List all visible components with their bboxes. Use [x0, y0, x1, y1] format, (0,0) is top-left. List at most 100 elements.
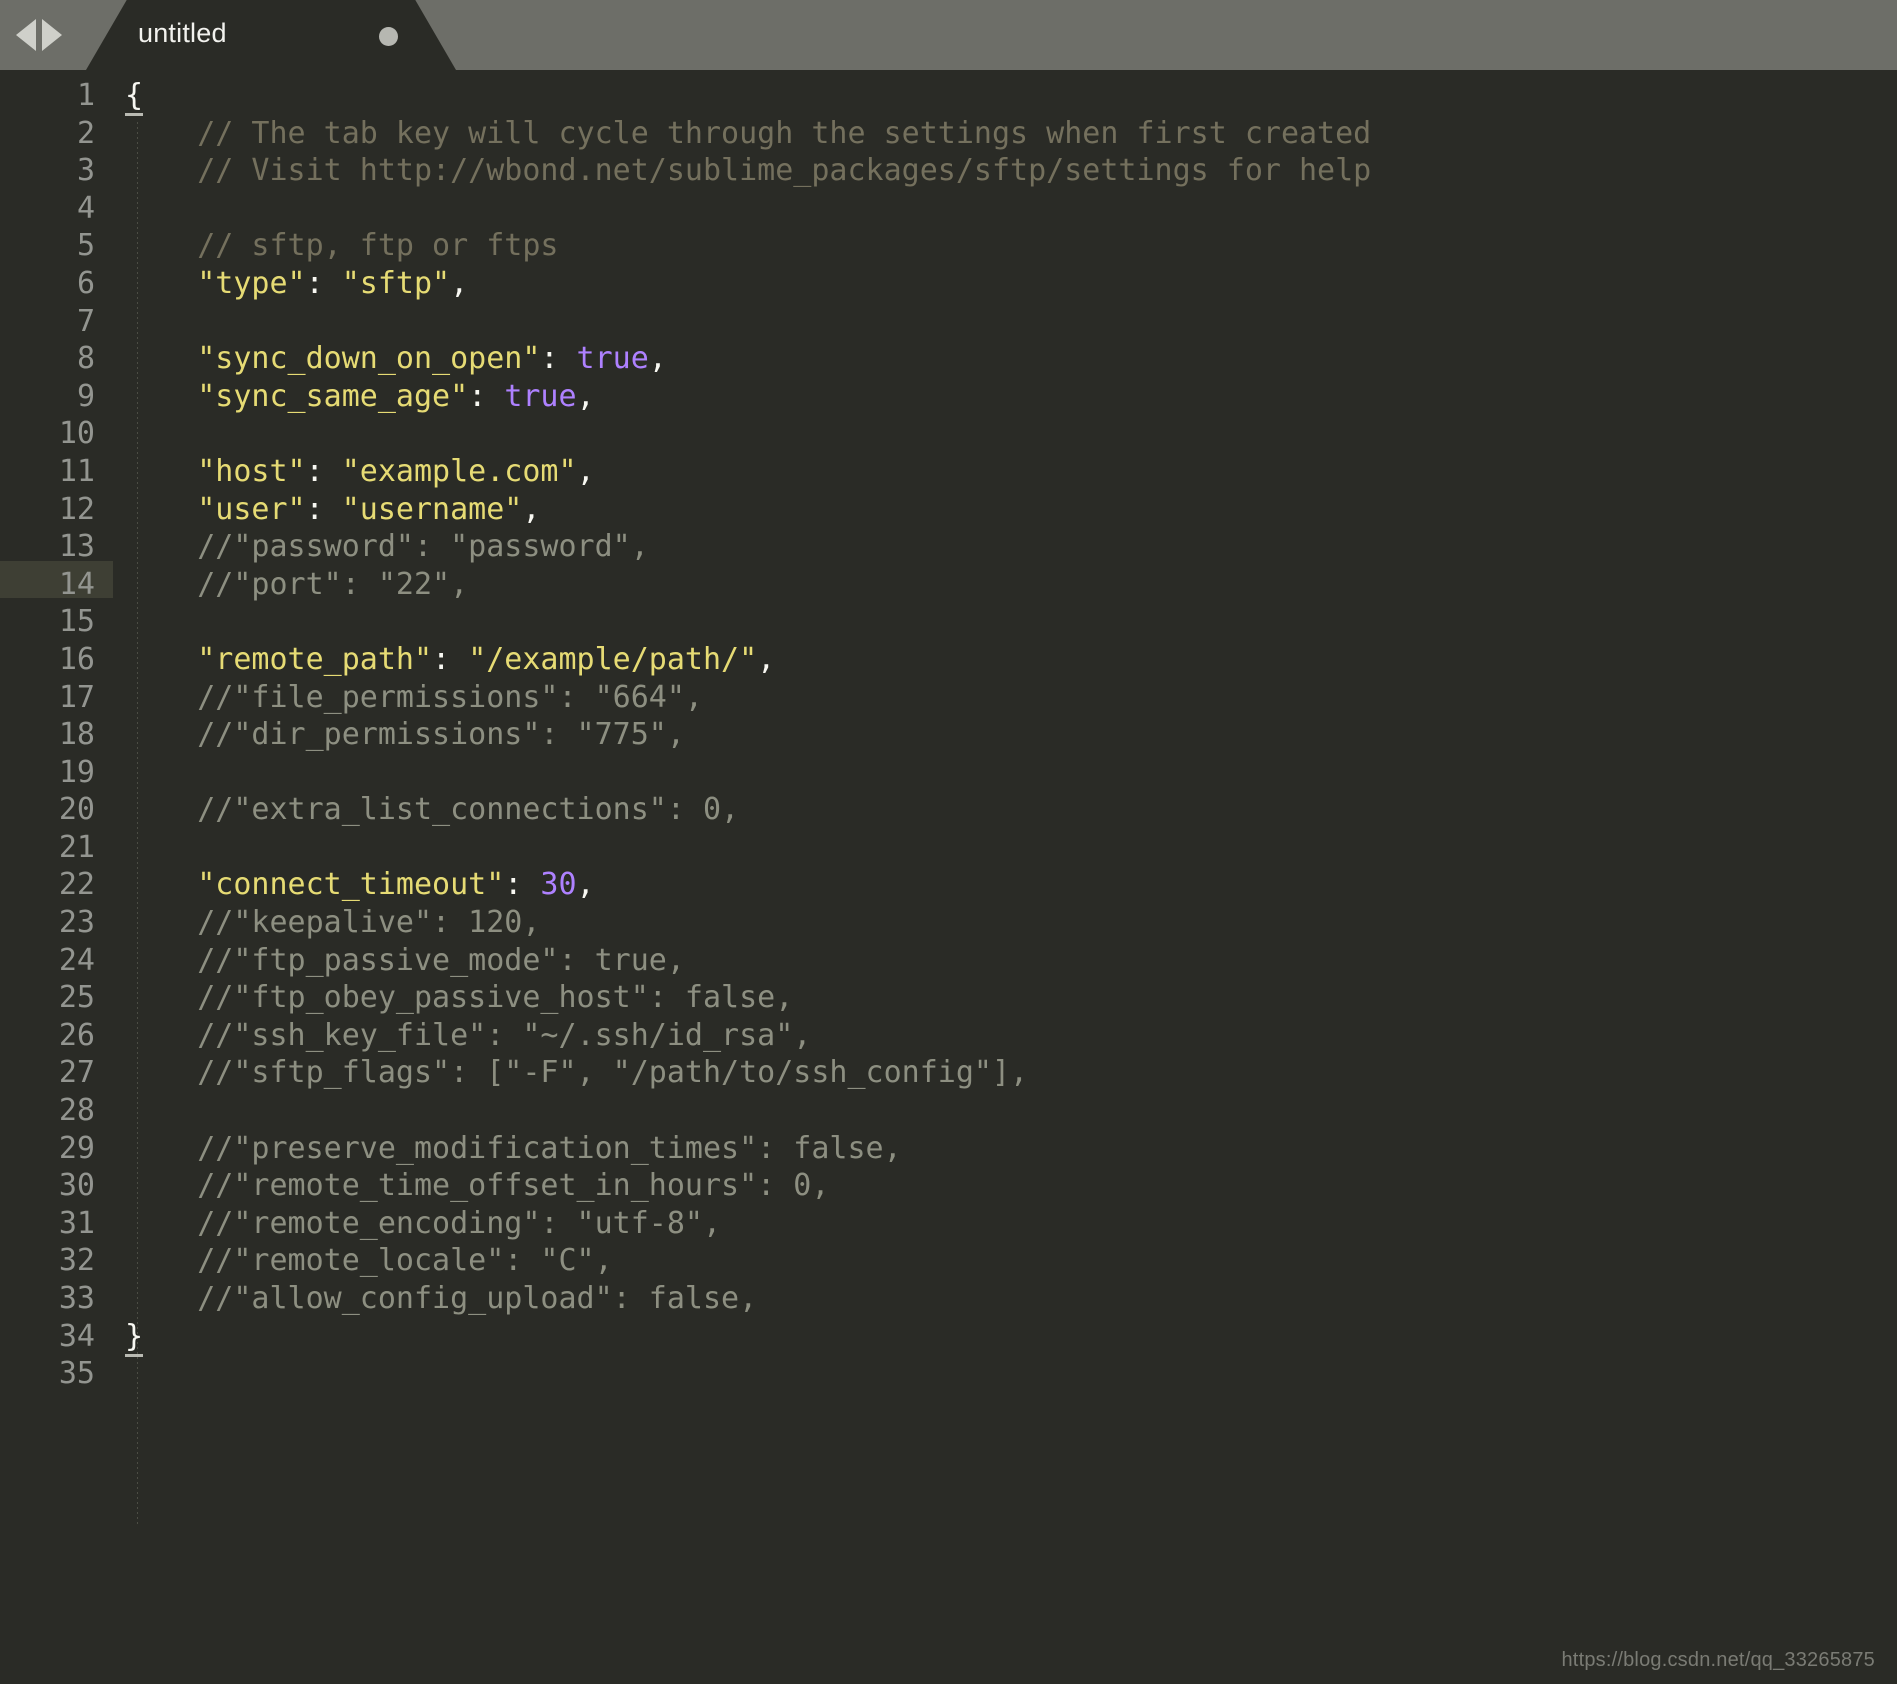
code-token-comment-dim: //"port": "22", — [125, 566, 469, 602]
code-line[interactable]: //"password": "password", — [125, 528, 1897, 566]
line-number: 25 — [58, 980, 95, 1016]
code-editor[interactable]: 1 2 3 4 5 6 7 8 9 10 11 12 13 14 15 16 17 18 19 20 21 22 23 24 2… — [0, 70, 1897, 1684]
code-line[interactable]: //"dir_permissions": "775", — [125, 716, 1897, 754]
code-line[interactable]: { — [125, 77, 1897, 116]
watermark-text: https://blog.csdn.net/qq_33265875 — [1561, 1649, 1875, 1671]
line-number: 29 — [58, 1130, 95, 1166]
code-line[interactable]: // The tab key will cycle through the se… — [125, 115, 1897, 153]
code-line[interactable]: // Visit http://wbond.net/sublime_packag… — [125, 152, 1897, 190]
line-number: 35 — [58, 1356, 95, 1392]
code-line[interactable] — [125, 415, 1897, 453]
code-line[interactable]: "connect_timeout": 30, — [125, 866, 1897, 904]
code-token-comment-dim: //"password": "password", — [125, 529, 649, 565]
code-line[interactable]: //"ftp_passive_mode": true, — [125, 942, 1897, 980]
code-line[interactable]: //"ssh_key_file": "~/.ssh/id_rsa", — [125, 1017, 1897, 1055]
line-number: 4 — [76, 190, 95, 226]
code-token-comment-dim: //"sftp_flags": ["-F", "/path/to/ssh_con… — [125, 1055, 1029, 1091]
code-line[interactable]: // sftp, ftp or ftps — [125, 227, 1897, 265]
code-token-comment-dim: //"ftp_obey_passive_host": false, — [125, 980, 794, 1016]
line-number: 2 — [76, 115, 95, 151]
code-line[interactable]: //"keepalive": 120, — [125, 904, 1897, 942]
line-number: 3 — [76, 153, 95, 189]
line-number: 31 — [58, 1205, 95, 1241]
code-token-key: "connect_timeout" — [197, 867, 505, 903]
code-line[interactable]: "sync_same_age": true, — [125, 378, 1897, 416]
code-line[interactable] — [125, 1355, 1897, 1393]
code-line[interactable]: //"preserve_modification_times": false, — [125, 1130, 1897, 1168]
line-number: 32 — [58, 1243, 95, 1279]
line-number: 8 — [76, 341, 95, 377]
code-token-comment-dim: //"file_permissions": "664", — [125, 679, 703, 715]
line-number: 5 — [76, 228, 95, 264]
line-number: 16 — [58, 641, 95, 677]
code-line[interactable]: "sync_down_on_open": true, — [125, 340, 1897, 378]
code-token-key: "type" — [197, 265, 306, 301]
code-token-string: "username" — [341, 491, 523, 527]
code-content[interactable]: { // The tab key will cycle through the … — [113, 77, 1897, 1393]
code-line[interactable]: //"file_permissions": "664", — [125, 679, 1897, 717]
code-line[interactable]: //"sftp_flags": ["-F", "/path/to/ssh_con… — [125, 1054, 1897, 1092]
code-token-comment-dim: //"dir_permissions": "775", — [125, 717, 685, 753]
code-token-const: true — [576, 341, 649, 377]
code-token-punc: , — [648, 341, 667, 377]
code-token-punc: : — [305, 453, 342, 489]
code-line[interactable]: //"remote_time_offset_in_hours": 0, — [125, 1167, 1897, 1205]
code-token-comment-dim: //"extra_list_connections": 0, — [125, 792, 740, 828]
tab-unsaved-indicator-icon[interactable] — [379, 27, 398, 46]
code-line[interactable]: //"ftp_obey_passive_host": false, — [125, 979, 1897, 1017]
code-token-comment-dim: //"preserve_modification_times": false, — [125, 1130, 902, 1166]
code-token-punc: : — [540, 341, 577, 377]
nav-next-arrow-icon[interactable] — [42, 19, 62, 51]
code-line[interactable] — [125, 829, 1897, 867]
line-number: 15 — [58, 604, 95, 640]
code-line[interactable]: "host": "example.com", — [125, 453, 1897, 491]
code-token-comment: // The tab key will cycle through the se… — [125, 115, 1372, 151]
code-line[interactable]: //"port": "22", — [125, 566, 1897, 604]
code-line[interactable] — [125, 603, 1897, 641]
code-token-key: "host" — [197, 453, 306, 489]
code-line[interactable] — [125, 1092, 1897, 1130]
nav-previous-arrow-icon[interactable] — [16, 19, 36, 51]
code-line[interactable]: //"remote_locale": "C", — [125, 1242, 1897, 1280]
code-line[interactable]: "remote_path": "/example/path/", — [125, 641, 1897, 679]
code-token-punc: : — [305, 265, 342, 301]
code-token-punc: : — [504, 867, 541, 903]
code-line[interactable] — [125, 303, 1897, 341]
line-number: 12 — [58, 491, 95, 527]
code-line[interactable]: "type": "sftp", — [125, 265, 1897, 303]
code-line[interactable]: //"allow_config_upload": false, — [125, 1280, 1897, 1318]
line-number: 14 — [58, 566, 95, 602]
code-token-key: "sync_down_on_open" — [197, 341, 541, 377]
line-number: 21 — [58, 829, 95, 865]
line-number: 7 — [76, 303, 95, 339]
line-number: 33 — [58, 1281, 95, 1316]
line-number: 26 — [58, 1017, 95, 1053]
tab-label: untitled — [138, 18, 227, 48]
tab-navigation-arrows — [16, 13, 62, 57]
line-number: 27 — [58, 1055, 95, 1091]
code-token-comment-dim: //"remote_locale": "C", — [125, 1243, 613, 1279]
line-number: 30 — [58, 1168, 95, 1204]
code-line[interactable]: //"extra_list_connections": 0, — [125, 791, 1897, 829]
code-token-comment-dim: //"keepalive": 120, — [125, 905, 541, 941]
editor-window: untitled 1 2 3 4 5 6 7 8 9 10 11 12 13 14 15 16 17 18 19 20… — [0, 0, 1897, 1684]
line-number: 19 — [58, 754, 95, 790]
code-token-const: true — [504, 378, 577, 414]
line-number: 18 — [58, 717, 95, 753]
code-line[interactable]: //"remote_encoding": "utf-8", — [125, 1205, 1897, 1243]
code-token-string: "/example/path/" — [468, 641, 758, 677]
code-token-key: "sync_same_age" — [197, 378, 469, 414]
code-line[interactable]: "user": "username", — [125, 491, 1897, 529]
code-line[interactable] — [125, 754, 1897, 792]
code-token-brace: { — [125, 78, 144, 116]
code-line[interactable] — [125, 190, 1897, 228]
code-line[interactable]: } — [125, 1318, 1897, 1357]
code-token-punc: , — [576, 378, 595, 414]
tab-bar: untitled — [0, 0, 1897, 70]
tab-untitled[interactable]: untitled — [86, 0, 456, 70]
